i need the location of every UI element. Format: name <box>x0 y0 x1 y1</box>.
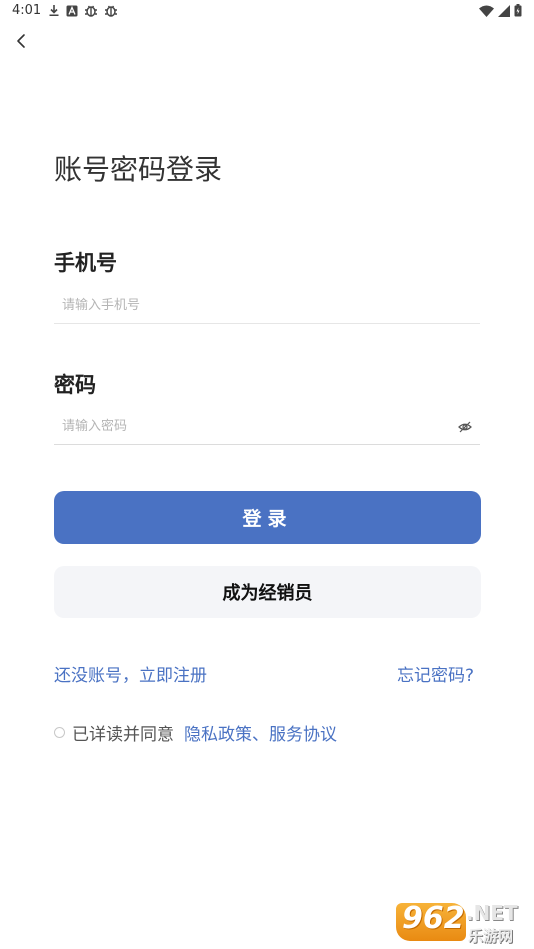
watermark-suffix: .NET <box>466 901 518 925</box>
download-icon <box>49 5 59 16</box>
privacy-policy-link[interactable]: 隐私政策、服务协议 <box>184 720 337 745</box>
wifi-icon <box>479 5 494 17</box>
chevron-left-icon <box>17 34 25 48</box>
agreement-text: 已详读并同意 <box>72 725 174 745</box>
watermark-site: 乐游网 <box>468 927 514 945</box>
become-dealer-button[interactable]: 成为经销员 <box>54 566 481 618</box>
bug-icon <box>85 5 97 17</box>
forgot-password-link[interactable]: 忘记密码? <box>397 661 474 686</box>
eye-off-icon <box>458 421 472 433</box>
agreement-row: 已详读并同意 隐私政策、服务协议 <box>54 720 337 745</box>
phone-label: 手机号 <box>54 251 117 275</box>
phone-input-row <box>54 285 480 324</box>
agreement-checkbox[interactable] <box>54 727 65 738</box>
password-label: 密码 <box>54 373 96 397</box>
bug-icon <box>105 5 117 17</box>
status-icons-left <box>48 4 118 17</box>
watermark-logo: 962 .NET 乐游网 <box>396 901 528 945</box>
watermark-number: 962 <box>402 901 465 936</box>
back-button[interactable] <box>10 30 34 54</box>
a-icon <box>66 5 78 16</box>
status-time: 4:01 <box>12 3 42 18</box>
battery-icon <box>514 4 522 17</box>
signal-icon <box>498 4 510 17</box>
register-link[interactable]: 还没账号，立即注册 <box>54 661 207 686</box>
password-input[interactable] <box>62 414 442 438</box>
password-visibility-toggle[interactable] <box>458 419 472 433</box>
status-bar: 4:01 <box>0 0 534 24</box>
login-button[interactable]: 登录 <box>54 491 481 544</box>
phone-input[interactable] <box>62 293 442 317</box>
status-icons-right <box>479 4 522 17</box>
page-title: 账号密码登录 <box>54 153 223 186</box>
password-input-row <box>54 406 480 445</box>
